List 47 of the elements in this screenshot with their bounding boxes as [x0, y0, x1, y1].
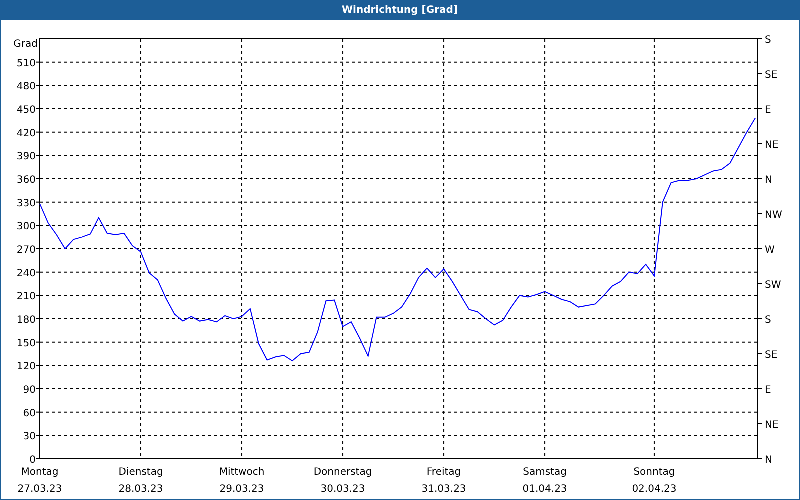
- axis-tick-label: 330: [16, 198, 36, 210]
- axis-tick-label: 30.03.23: [320, 484, 366, 495]
- axis-tick-label: 27.03.23: [18, 484, 62, 495]
- axis-tick-label: 180: [16, 315, 36, 326]
- axis-tick-label: N: [765, 455, 772, 466]
- axis-tick-label: 450: [16, 105, 36, 116]
- axis-tick-label: 28.03.23: [118, 484, 164, 495]
- axis-tick-label: Donnerstag: [314, 467, 372, 478]
- axis-tick-label: S: [765, 35, 772, 46]
- axis-tick-label: Montag: [21, 467, 59, 478]
- axis-tick-label: Freitag: [426, 467, 462, 478]
- axis-tick-label: E: [765, 385, 772, 396]
- axis-tick-label: 390: [16, 152, 36, 163]
- axis-tick-label: 300: [16, 222, 36, 233]
- axis-tick-label: Sonntag: [634, 467, 676, 478]
- axis-tick-label: NE: [765, 420, 779, 431]
- axis-tick-label: 30: [23, 432, 36, 443]
- axis-tick-label: Samstag: [523, 467, 567, 478]
- axis-tick-label: E: [765, 105, 772, 116]
- axis-tick-label: 02.04.23: [632, 484, 677, 495]
- axis-title: Grad: [14, 39, 38, 50]
- axis-tick-label: 0: [30, 455, 36, 466]
- axis-tick-label: 360: [16, 175, 36, 186]
- axis-tick-label: NE: [765, 140, 779, 151]
- axis-tick-label: Mittwoch: [219, 467, 265, 478]
- axis-tick-label: 29.03.23: [220, 484, 264, 495]
- axis-tick-label: 510: [16, 58, 36, 70]
- axis-tick-label: Dienstag: [118, 467, 164, 478]
- axis-tick-label: 270: [16, 245, 36, 256]
- axis-tick-label: W: [765, 245, 775, 256]
- axis-tick-label: 60: [23, 408, 36, 420]
- axis-tick-label: SE: [765, 350, 778, 361]
- axis-tick-label: SW: [765, 280, 782, 291]
- axis-tick-label: SE: [765, 70, 778, 81]
- axis-tick-label: 150: [16, 338, 36, 350]
- axis-tick-label: 480: [16, 82, 36, 93]
- axis-tick-label: S: [765, 315, 772, 326]
- axis-tick-label: 01.04.23: [522, 484, 568, 495]
- axis-tick-label: 240: [16, 268, 36, 280]
- axis-tick-label: 210: [16, 292, 36, 303]
- axis-tick-label: NW: [765, 210, 782, 221]
- axis-tick-label: 420: [16, 128, 36, 140]
- axis-tick-label: 120: [16, 362, 36, 373]
- axis-tick-label: 31.03.23: [422, 484, 466, 495]
- axis-tick-label: 90: [23, 385, 36, 396]
- window-title: Windrichtung [Grad]: [342, 4, 458, 16]
- axis-tick-label: N: [765, 175, 772, 186]
